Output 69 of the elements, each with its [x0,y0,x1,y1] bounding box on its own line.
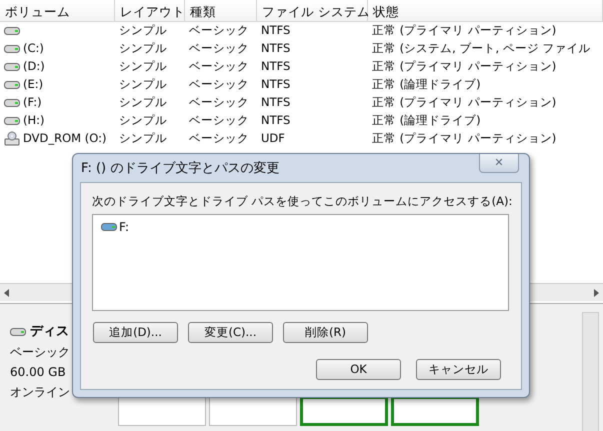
table-cell-text: NTFS [261,76,290,94]
table-cell-text: DVD_ROM (O:) [23,130,106,148]
table-cell-text: NTFS [261,22,290,40]
table-cell-text: (E:) [23,76,44,94]
table-cell-text: シンプル [119,40,167,58]
table-cell-text: シンプル [119,76,167,94]
scroll-left-icon[interactable] [4,288,9,296]
table-cell-text: ベーシック [189,76,249,94]
list-label: 次のドライブ文字とドライブ パスを使ってこのボリュームにアクセスする(A): [92,193,512,210]
disk-info-text: 60.00 GB [10,364,67,381]
partition-block[interactable] [209,396,297,426]
table-cell-text: 正常 (システム, ブート, ページ ファイル [372,40,590,58]
dialog-button[interactable]: 追加(D)... [93,322,178,343]
column-header[interactable]: ファイル システム [257,0,368,22]
drive-icon [4,116,20,126]
dvd-drive-icon [4,131,20,147]
table-cell-text: NTFS [261,40,290,58]
disk-info-text: ベーシック [10,344,70,361]
dialog-button[interactable]: 変更(C)... [188,322,273,343]
table-cell-text: ベーシック [189,94,249,112]
table-cell-text: 正常 (プライマリ パーティション) [372,94,556,112]
table-cell-text: ベーシック [189,112,249,130]
vertical-scrollbar[interactable] [582,312,599,431]
table-cell-text: シンプル [119,112,167,130]
column-header[interactable]: 種類 [185,0,257,22]
dialog-button[interactable]: OK [316,359,401,380]
table-cell-text: シンプル [119,130,167,148]
drive-icon [4,26,20,36]
dialog-button[interactable]: 削除(R) [283,322,368,343]
table-cell-text: シンプル [119,58,167,76]
table-cell-text: 正常 (論理ドライブ) [372,76,481,94]
table-cell-text: (H:) [23,112,44,130]
table-cell-text: ベーシック [189,130,249,148]
disk-name: ディス [30,323,69,341]
table-cell-text: ベーシック [189,40,249,58]
table-cell-text: シンプル [119,94,167,112]
table-cell-text: NTFS [261,58,290,76]
window-title: F: () のドライブ文字とパスの変更 [81,160,280,178]
partition-block[interactable] [118,396,206,426]
column-header[interactable]: レイアウト [115,0,185,22]
close-button[interactable]: ✕ [479,154,519,173]
table-cell-text: 正常 (プライマリ パーティション) [372,22,556,40]
table-cell-text: ベーシック [189,58,249,76]
column-header[interactable]: 状態 [368,0,603,22]
path-item[interactable]: F: [119,218,130,236]
partition-block[interactable] [300,396,388,426]
disk-info-text: オンライン [10,384,70,401]
drive-icon [101,222,117,232]
table-cell-text: (D:) [23,58,45,76]
table-cell-text: UDF [261,130,285,148]
table-cell-text: NTFS [261,112,290,130]
path-list[interactable]: F: [92,214,509,311]
drive-icon [10,327,26,337]
partition-block[interactable] [391,396,479,426]
table-cell-text: シンプル [119,22,167,40]
table-cell-text: NTFS [261,94,290,112]
table-cell-text: ベーシック [189,22,249,40]
drive-icon [4,62,20,72]
column-header[interactable]: ボリューム [0,0,115,22]
table-cell-text: (F:) [23,94,42,112]
dialog-button[interactable]: キャンセル [416,359,501,380]
drive-icon [4,44,20,54]
table-cell-text: 正常 (プライマリ パーティション) [372,130,556,148]
table-cell-text: 正常 (論理ドライブ) [372,112,481,130]
scroll-right-icon[interactable] [594,288,599,296]
table-cell-text: 正常 (プライマリ パーティション) [372,58,556,76]
drive-icon [4,80,20,90]
drive-icon [4,98,20,108]
table-cell-text: (C:) [23,40,44,58]
